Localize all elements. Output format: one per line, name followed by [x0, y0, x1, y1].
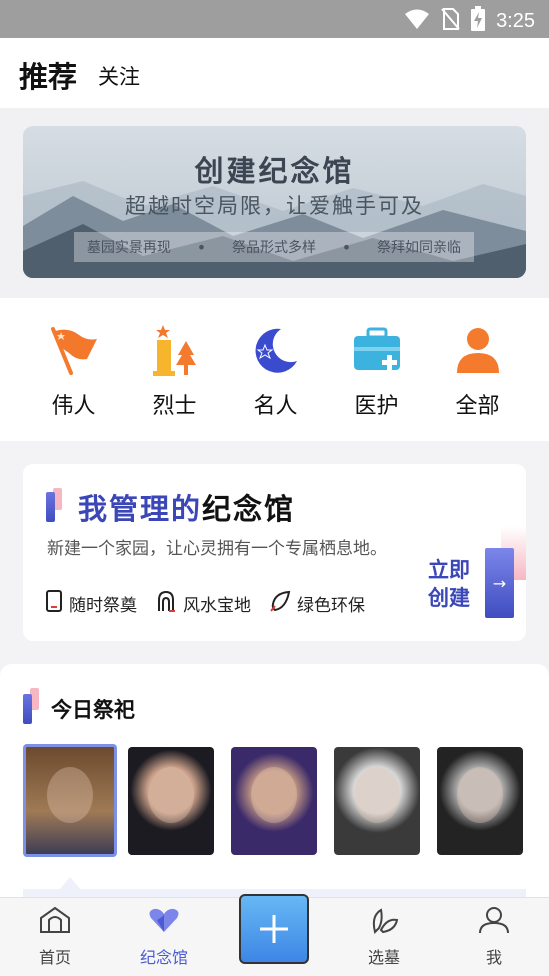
heart-icon	[147, 906, 181, 938]
phone-icon	[45, 590, 63, 617]
leaf-icon	[269, 590, 291, 617]
create-memorial-banner[interactable]: 创建纪念馆 超越时空局限，让爱触手可及 墓园实景再现 • 祭品形式多样 • 祭拜…	[23, 126, 526, 278]
nav-me[interactable]: 我	[454, 906, 534, 968]
feature-item: 风水宝地	[155, 590, 251, 617]
portrait-list	[23, 744, 523, 857]
medical-kit-icon	[349, 322, 405, 378]
portrait-card[interactable]	[437, 747, 523, 855]
category-celebrities[interactable]: 名人	[225, 298, 326, 441]
nav-memorial[interactable]: 纪念馆	[124, 906, 204, 968]
category-grid: 伟人 烈士 名人 医护 全部	[0, 298, 549, 441]
my-memorial-card: 我管理的纪念馆 新建一个家园，让心灵拥有一个专属栖息地。 随时祭奠 风水宝地 绿…	[23, 464, 526, 641]
category-martyrs[interactable]: 烈士	[124, 298, 225, 441]
my-memorial-desc: 新建一个家园，让心灵拥有一个专属栖息地。	[47, 539, 387, 559]
moon-star-icon	[248, 322, 304, 378]
no-sim-icon	[440, 7, 460, 35]
nav-select-tomb[interactable]: 选墓	[344, 906, 424, 968]
lotus-icon	[367, 906, 401, 938]
create-now-button[interactable]: →	[485, 548, 514, 618]
tab-follow[interactable]: 关注	[98, 61, 140, 91]
home-icon	[38, 906, 72, 938]
category-label: 伟人	[51, 394, 96, 419]
my-memorial-title: 我管理的纪念馆	[78, 492, 296, 526]
user-icon	[477, 906, 511, 938]
category-great-people[interactable]: 伟人	[23, 298, 124, 441]
portrait-card[interactable]	[128, 747, 214, 855]
today-title: 今日祭祀	[51, 698, 135, 722]
person-icon	[450, 322, 506, 378]
nav-home[interactable]: 首页	[15, 906, 95, 968]
feature-item: 绿色环保	[269, 590, 365, 617]
top-tabs: 推荐 关注	[0, 38, 549, 108]
wifi-icon	[404, 8, 430, 34]
banner-point: 祭品形式多样	[231, 240, 316, 256]
banner-subtitle: 超越时空局限，让爱触手可及	[125, 194, 424, 218]
banner-section: 创建纪念馆 超越时空局限，让爱触手可及 墓园实景再现 • 祭品形式多样 • 祭拜…	[0, 108, 549, 298]
clock: 3:25	[496, 9, 535, 32]
title-accent	[23, 694, 32, 724]
banner-points: 墓园实景再现 • 祭品形式多样 • 祭拜如同亲临	[74, 232, 474, 262]
plus-icon	[260, 915, 288, 943]
battery-charging-icon	[470, 6, 486, 36]
category-label: 医护	[354, 394, 399, 419]
banner-point: 墓园实景再现	[86, 240, 171, 256]
bullet-dot: •	[196, 237, 207, 257]
feature-list: 随时祭奠 风水宝地 绿色环保	[45, 590, 365, 617]
category-all[interactable]: 全部	[427, 298, 528, 441]
category-medical[interactable]: 医护	[326, 298, 427, 441]
portrait-card[interactable]	[334, 747, 420, 855]
banner-point: 祭拜如同亲临	[377, 240, 462, 256]
add-button[interactable]	[239, 894, 309, 964]
status-bar: 3:25	[0, 0, 549, 38]
banner-title: 创建纪念馆	[194, 154, 355, 188]
category-label: 全部	[455, 394, 500, 419]
portrait-card[interactable]	[231, 747, 317, 855]
create-now-label[interactable]: 立即创建	[428, 556, 478, 612]
arch-icon	[155, 590, 177, 617]
bullet-dot: •	[341, 237, 352, 257]
martyr-monument-icon	[147, 322, 203, 378]
red-flag-icon	[46, 322, 102, 378]
arrow-right-icon: →	[492, 573, 507, 593]
portrait-card-selected[interactable]	[23, 744, 117, 857]
feature-item: 随时祭奠	[45, 590, 137, 617]
category-label: 名人	[253, 394, 298, 419]
category-label: 烈士	[152, 394, 197, 419]
selection-pointer	[60, 877, 80, 889]
bottom-nav: 首页 纪念馆 选墓 我	[0, 894, 549, 976]
tab-recommend[interactable]: 推荐	[19, 54, 77, 96]
title-accent	[46, 492, 55, 522]
